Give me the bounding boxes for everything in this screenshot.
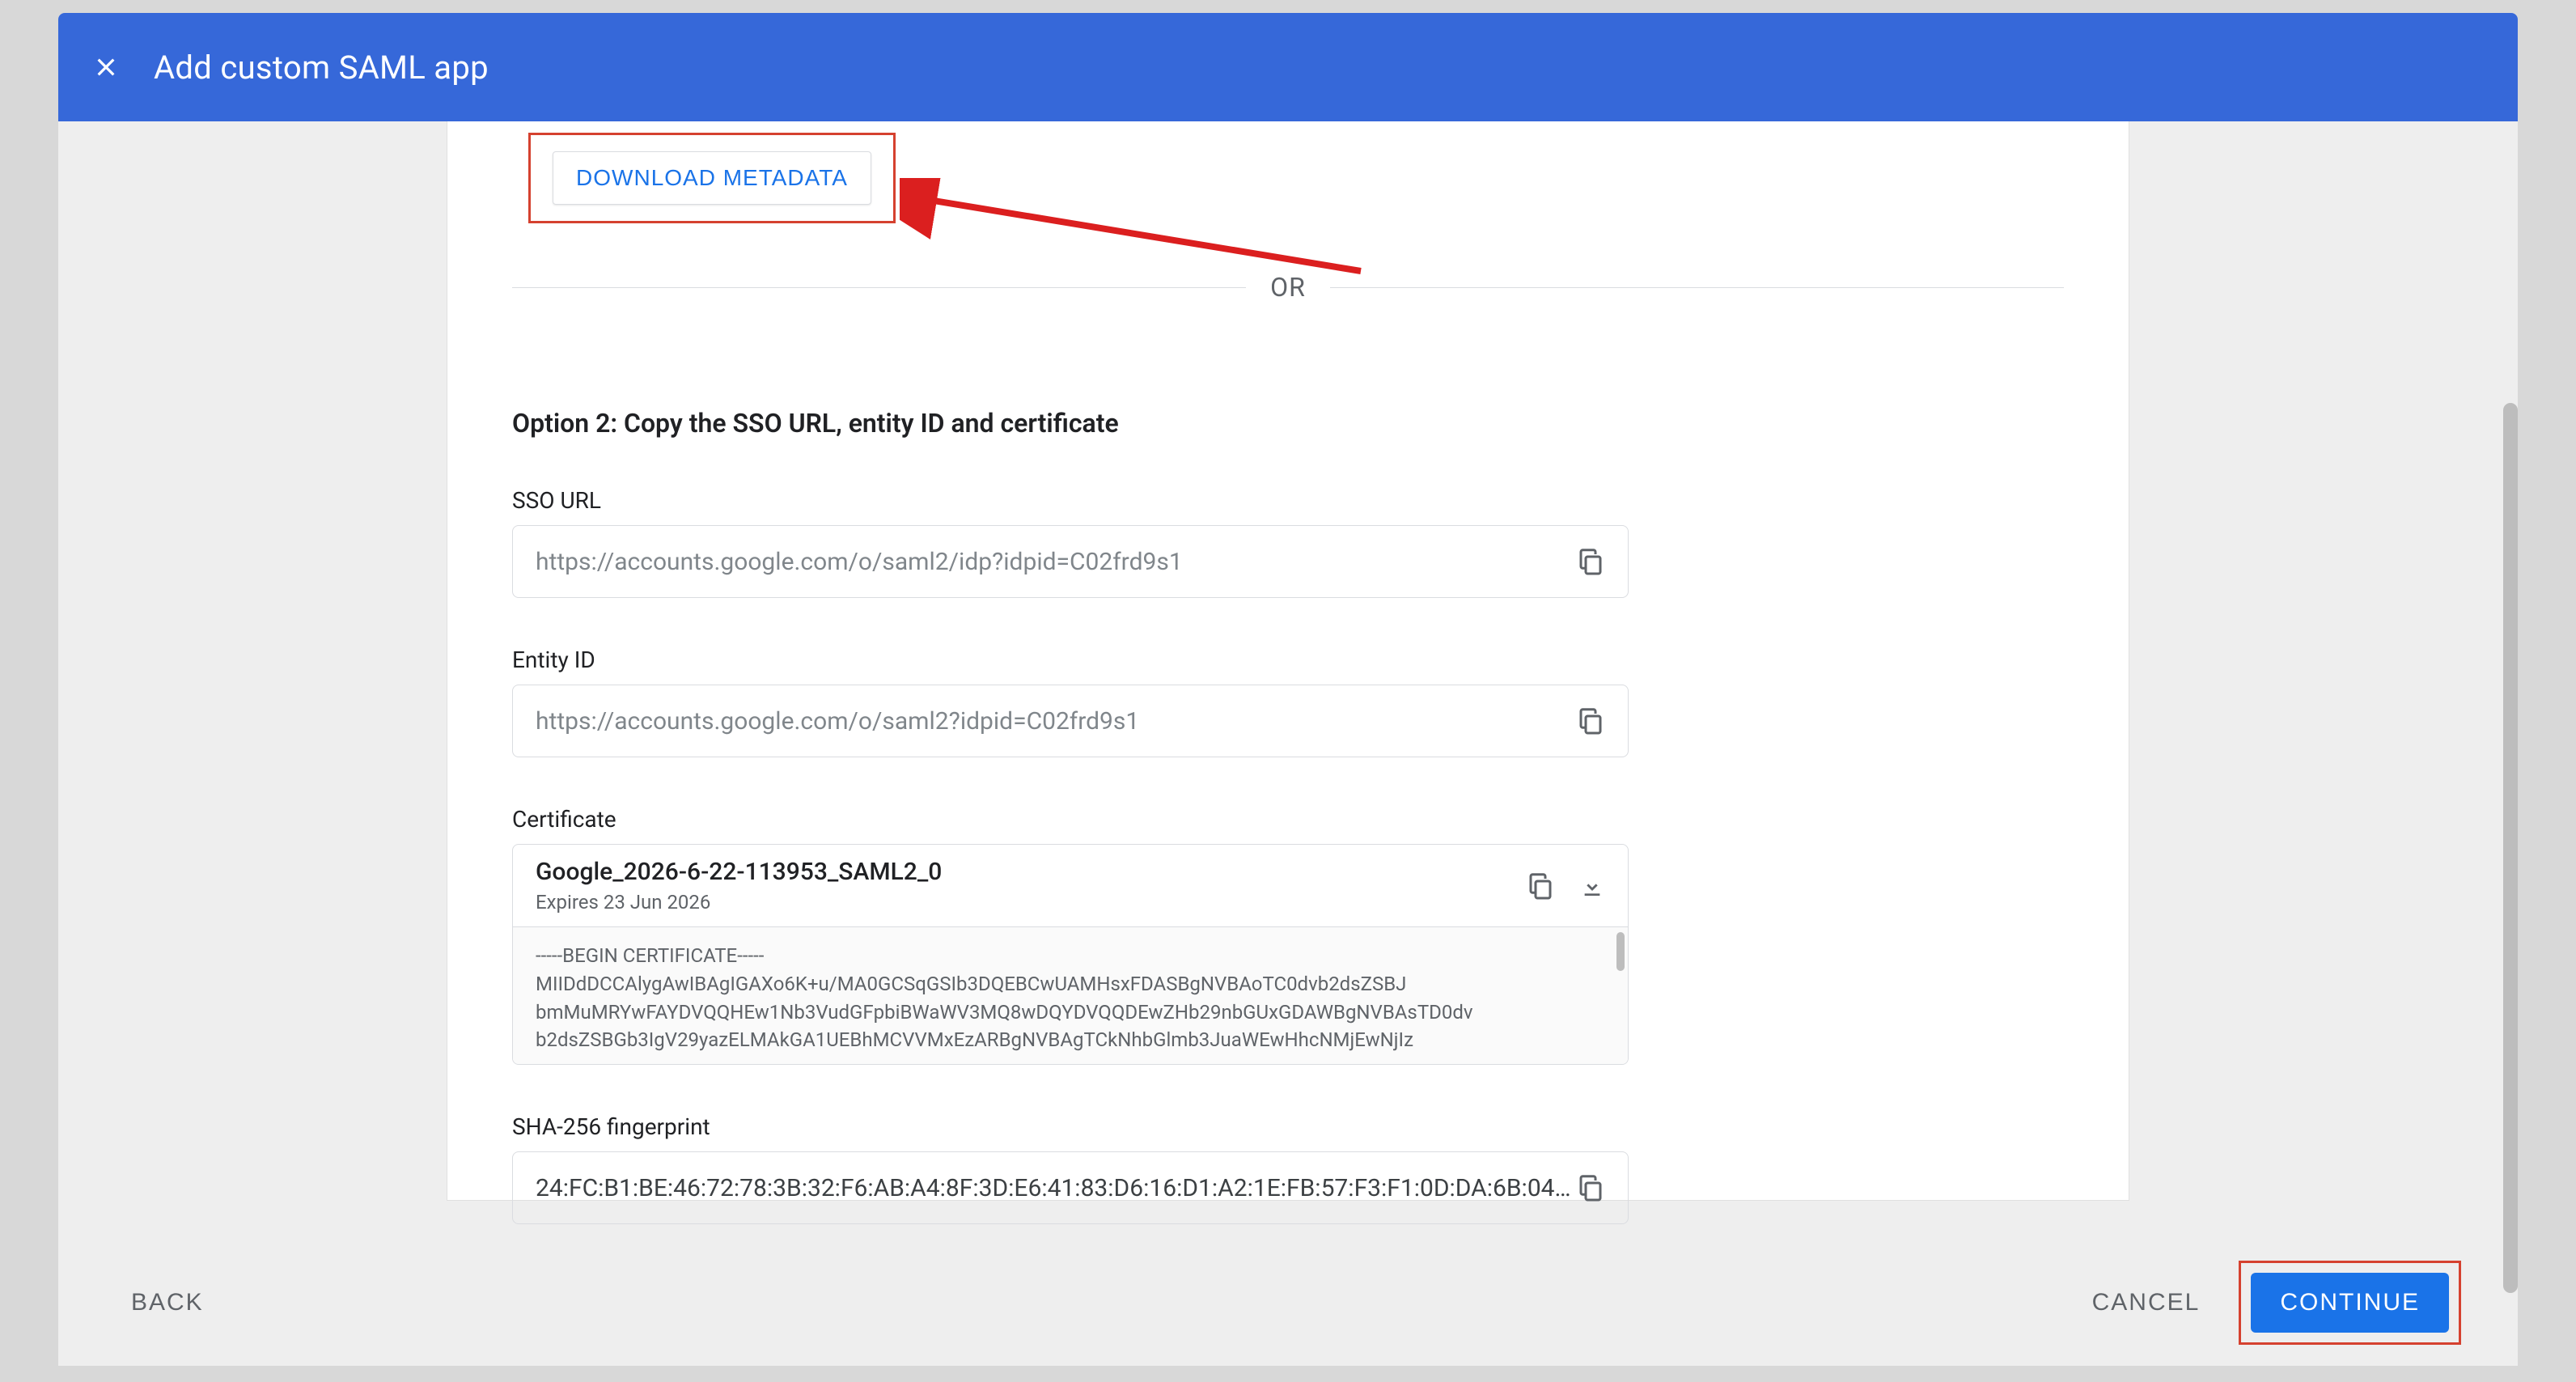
copy-icon[interactable] <box>1526 871 1555 901</box>
sso-url-field: https://accounts.google.com/o/saml2/idp?… <box>512 525 1629 598</box>
certificate-body[interactable]: -----BEGIN CERTIFICATE----- MIIDdDCCAlyg… <box>513 926 1628 1064</box>
back-button[interactable]: BACK <box>131 1289 204 1316</box>
certificate-expiry: Expires 23 Jun 2026 <box>536 891 1526 914</box>
entity-id-value: https://accounts.google.com/o/saml2?idpi… <box>536 707 1576 736</box>
cert-body-line: -----BEGIN CERTIFICATE----- <box>536 942 1605 970</box>
fingerprint-field: 24:FC:B1:BE:46:72:78:3B:32:F6:AB:A4:8F:3… <box>512 1151 1629 1224</box>
or-text: OR <box>1270 272 1306 303</box>
footer-bar: BACK CANCEL CONTINUE <box>58 1240 2518 1366</box>
dialog-container: Add custom SAML app DOWNLOAD METADATA OR <box>58 13 2518 1366</box>
certificate-label: Certificate <box>512 806 2064 833</box>
continue-highlight-box: CONTINUE <box>2239 1261 2461 1345</box>
annotation-arrow-icon <box>900 178 1369 283</box>
close-icon[interactable] <box>91 52 121 83</box>
page-scrollbar[interactable] <box>2503 403 2518 1293</box>
fingerprint-label: SHA-256 fingerprint <box>512 1113 2064 1140</box>
sso-url-label: SSO URL <box>512 487 2064 514</box>
cert-body-line: bmMuMRYwFAYDVQQHEw1Nb3VudGFpbiBWaWV3MQ8w… <box>536 998 1605 1027</box>
dialog-title: Add custom SAML app <box>154 49 489 87</box>
copy-icon[interactable] <box>1576 547 1605 576</box>
or-divider: OR <box>512 272 2064 303</box>
dialog-header: Add custom SAML app <box>58 13 2518 121</box>
copy-icon[interactable] <box>1576 1173 1605 1202</box>
copy-icon[interactable] <box>1576 706 1605 736</box>
entity-id-label: Entity ID <box>512 646 2064 673</box>
continue-button[interactable]: CONTINUE <box>2251 1273 2449 1333</box>
cert-body-line: b2dsZSBGb3IgV29yazELMAkGA1UEBhMCVVMxEzAR… <box>536 1026 1605 1054</box>
cancel-button[interactable]: CANCEL <box>2092 1289 2201 1316</box>
certificate-scrollbar[interactable] <box>1616 932 1625 971</box>
certificate-name: Google_2026-6-22-113953_SAML2_0 <box>536 858 1526 886</box>
content-card: DOWNLOAD METADATA OR Option 2: Copy the … <box>447 121 2129 1201</box>
download-highlight-box: DOWNLOAD METADATA <box>528 133 896 223</box>
download-icon[interactable] <box>1579 873 1605 899</box>
cert-body-line: MIIDdDCCAlygAwIBAgIGAXo6K+u/MA0GCSqGSIb3… <box>536 970 1605 998</box>
entity-id-field: https://accounts.google.com/o/saml2?idpi… <box>512 685 1629 757</box>
fingerprint-value: 24:FC:B1:BE:46:72:78:3B:32:F6:AB:A4:8F:3… <box>536 1174 1576 1202</box>
download-metadata-button[interactable]: DOWNLOAD METADATA <box>553 151 871 205</box>
sso-url-value: https://accounts.google.com/o/saml2/idp?… <box>536 548 1576 576</box>
certificate-container: Google_2026-6-22-113953_SAML2_0 Expires … <box>512 844 1629 1065</box>
option2-heading: Option 2: Copy the SSO URL, entity ID an… <box>512 408 2064 439</box>
